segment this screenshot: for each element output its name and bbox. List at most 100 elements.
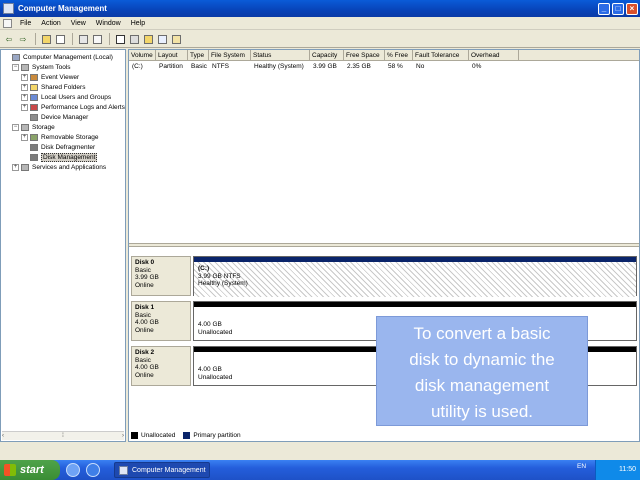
toolbar: ⇦ ⇨ [0,31,640,48]
delete-button[interactable] [114,33,126,45]
check-disk-button[interactable] [128,33,140,45]
partition-title: (C:) [198,265,210,272]
refresh-button[interactable] [170,33,182,45]
maximize-button[interactable]: □ [612,2,624,15]
taskbar-item-computer-management[interactable]: Computer Management [114,462,210,478]
tree-item[interactable]: Device Manager [21,112,88,122]
scroll-right-button[interactable]: › [122,433,124,439]
column-header[interactable]: Status [251,50,310,61]
tree-item[interactable]: + Performance Logs and Alerts [21,102,125,112]
legend: Unallocated Primary partition [131,432,241,439]
close-button[interactable]: × [626,2,638,15]
tree-item[interactable]: + Event Viewer [21,72,79,82]
back-button[interactable]: ⇦ [3,33,15,45]
tree-node-icon [30,83,38,91]
system-tray-clock: 11:50 [595,460,640,480]
toolbar-separator [35,33,36,45]
menu-action[interactable]: Action [36,20,65,27]
internet-explorer-icon[interactable] [86,463,100,477]
tree-item[interactable]: − Storage [12,122,55,132]
pane-splitter[interactable] [129,243,639,247]
console-tree-button[interactable] [54,33,66,45]
table-row[interactable]: (C:) Partition Basic NTFS Healthy (System) 3.… [129,62,639,72]
disk-0-label[interactable]: Disk 0 Basic 3.99 GB Online [131,256,191,296]
column-header[interactable]: Overhead [469,50,519,61]
tree-item[interactable]: − System Tools [12,62,71,72]
partition-c[interactable]: (C:) 3.99 GB NTFS Healthy (System) [193,256,637,297]
forward-button[interactable]: ⇨ [17,33,29,45]
help-button[interactable] [91,33,103,45]
column-header[interactable]: % Free [385,50,413,61]
tree-item[interactable]: Computer Management (Local) [3,52,113,62]
scroll-thumb[interactable]: ⁞ [62,433,64,439]
callout-line: disk to dynamic the [409,350,555,369]
collapse-icon[interactable]: − [12,123,19,131]
language-indicator[interactable]: EN [577,463,586,470]
partition-status: Healthy (System) [198,280,248,287]
tree-item-label: System Tools [32,63,71,71]
expand-icon[interactable]: + [21,83,28,91]
disk-type: Basic [135,311,151,319]
taskbar-item-label: Computer Management [132,466,206,474]
open-folder-button[interactable] [142,33,154,45]
expand-icon[interactable]: + [21,73,28,81]
disk-type: Basic [135,266,151,274]
column-header[interactable]: Fault Tolerance [413,50,469,61]
tree-item-label: Performance Logs and Alerts [41,103,125,111]
disk-size: 4.00 GB [135,319,159,326]
column-header[interactable]: Capacity [310,50,344,61]
callout-line: utility is used. [430,402,534,421]
column-header[interactable]: Layout [156,50,188,61]
tree-item[interactable]: + Local Users and Groups [21,92,111,102]
column-header[interactable]: Free Space [344,50,385,61]
tree-item[interactable]: Disk Defragmenter [21,142,95,152]
table-cell: 58 % [388,63,403,70]
legend-swatch-unallocated [131,432,138,439]
up-folder-button[interactable] [40,33,52,45]
tree-node-icon [30,103,38,111]
column-header[interactable]: File System [209,50,251,61]
tree-item[interactable]: Disk Management [21,152,98,162]
disk-0-row[interactable]: Disk 0 Basic 3.99 GB Online (C:) 3.99 GB… [131,256,637,297]
title-bar: Computer Management _ □ × [0,0,640,17]
console-tree: Computer Management (Local) − System Tools… [0,49,126,442]
expand-icon[interactable]: + [21,103,28,111]
disk-name: Disk 0 [135,259,155,266]
search-button[interactable] [156,33,168,45]
properties-icon [78,34,88,44]
show-desktop-icon[interactable] [66,463,80,477]
tree-item[interactable]: + Shared Folders [21,82,85,92]
disk-2-label[interactable]: Disk 2 Basic 4.00 GB Online [131,346,191,386]
column-header[interactable]: Type [188,50,209,61]
expand-icon[interactable]: + [21,133,28,141]
legend-swatch-primary [183,432,191,439]
expand-icon[interactable]: + [12,163,19,171]
tree-item[interactable]: + Removable Storage [21,132,98,142]
legend-label: Unallocated [141,432,176,439]
menu-bar: File Action View Window Help [0,17,640,30]
expand-icon[interactable]: + [21,93,28,101]
properties-button[interactable] [77,33,89,45]
scroll-left-button[interactable]: ‹ [2,433,4,439]
disk-type: Basic [135,356,151,364]
menu-window[interactable]: Window [91,20,126,27]
disk-status: Online [135,371,154,379]
collapse-icon[interactable]: − [12,63,19,71]
table-cell: 0% [472,63,482,70]
computer-management-icon [3,3,14,14]
disk-1-label[interactable]: Disk 1 Basic 4.00 GB Online [131,301,191,341]
tree-horizontal-scrollbar[interactable]: ‹ ⁞ › [2,431,124,440]
toolbar-separator [72,33,73,45]
tree-item[interactable]: + Services and Applications [12,162,106,172]
minimize-button[interactable]: _ [598,2,610,15]
document-icon[interactable] [3,18,12,28]
menu-file[interactable]: File [15,20,36,27]
menu-view[interactable]: View [66,20,91,27]
start-button[interactable]: start [0,460,60,480]
menu-help[interactable]: Help [126,20,150,27]
tree-node-icon [30,73,38,81]
help-icon [92,34,102,44]
column-header[interactable]: Volume [129,50,156,61]
tree-item-label: Disk Defragmenter [41,143,96,151]
folder-icon [41,34,51,44]
